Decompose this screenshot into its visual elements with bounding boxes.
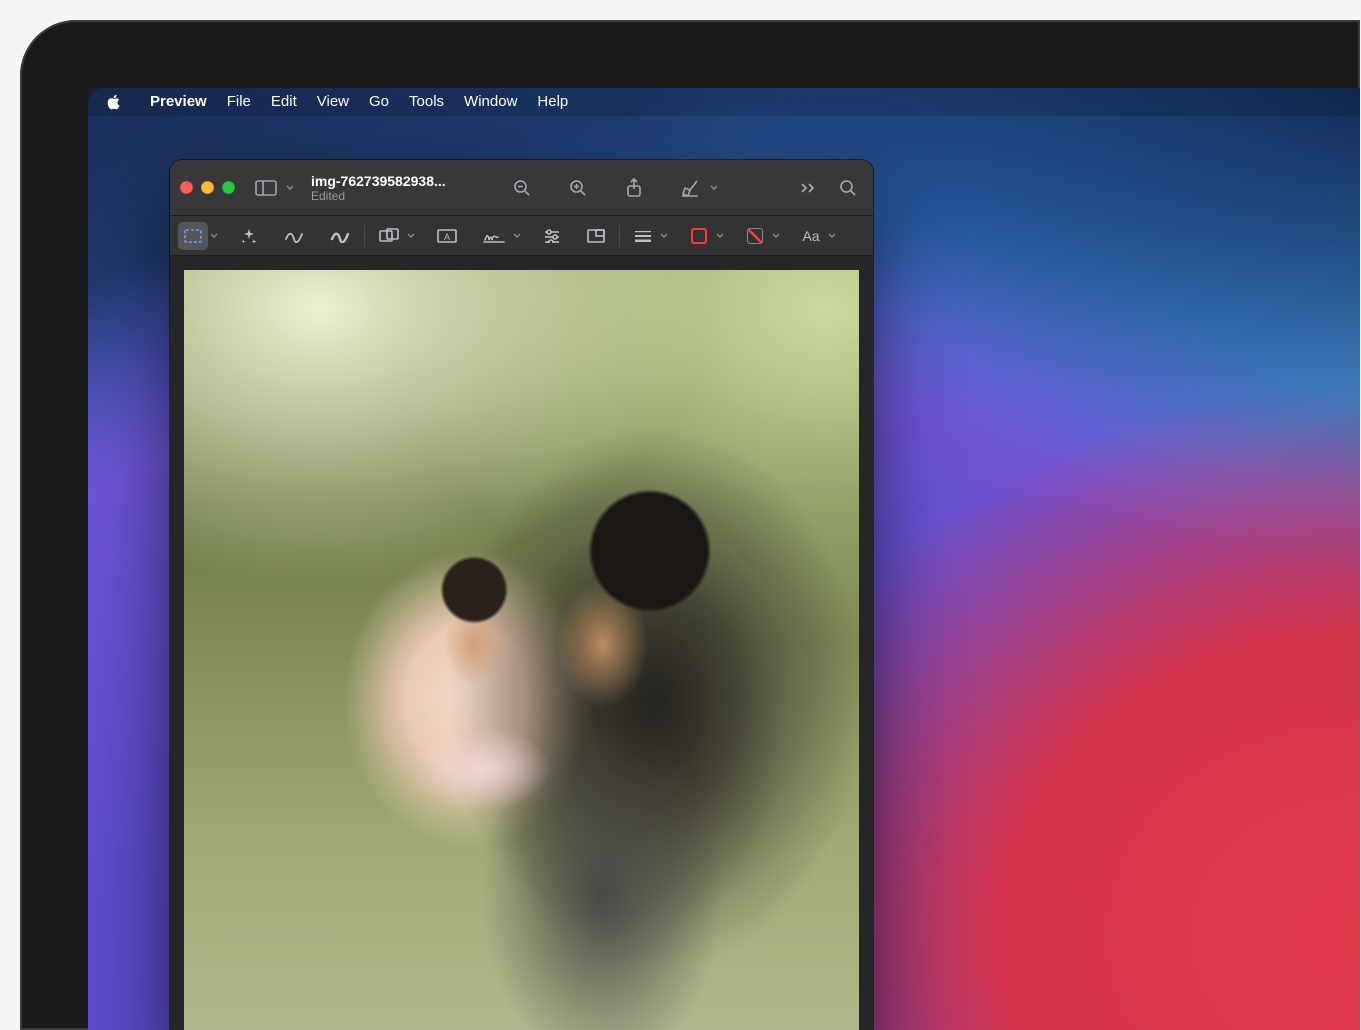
adjust-color-button[interactable]: [537, 222, 567, 250]
photo-content: [184, 270, 859, 1030]
window-title: img-762739582938...: [311, 173, 497, 189]
sidebar-toggle-button[interactable]: [251, 173, 281, 203]
menu-help[interactable]: Help: [527, 88, 578, 116]
fill-color-swatch: [747, 228, 763, 244]
window-title-block: img-762739582938... Edited: [307, 173, 497, 203]
menu-tools[interactable]: Tools: [399, 88, 454, 116]
share-button[interactable]: [619, 173, 649, 203]
sketch-tool-button[interactable]: [278, 222, 310, 250]
laptop-frame: Preview File Edit View Go Tools Window H…: [20, 20, 1360, 1030]
svg-text:A: A: [444, 232, 450, 242]
document-canvas[interactable]: [170, 256, 873, 1030]
window-controls: [180, 181, 235, 194]
adjust-size-button[interactable]: [581, 222, 611, 250]
fill-color-dropdown[interactable]: [770, 233, 782, 238]
menu-window[interactable]: Window: [454, 88, 527, 116]
line-style-button[interactable]: [628, 222, 658, 250]
screen: Preview File Edit View Go Tools Window H…: [88, 88, 1360, 1030]
menu-bar: Preview File Edit View Go Tools Window H…: [88, 88, 1360, 116]
menu-go[interactable]: Go: [359, 88, 399, 116]
signature-button[interactable]: [477, 222, 511, 250]
text-style-button[interactable]: Aa: [796, 222, 826, 250]
stroke-color-button[interactable]: [684, 222, 714, 250]
window-titlebar: img-762739582938... Edited: [170, 160, 873, 216]
menu-view[interactable]: View: [307, 88, 359, 116]
window-close-button[interactable]: [180, 181, 193, 194]
markup-toolbar: A: [170, 216, 873, 256]
zoom-out-button[interactable]: [507, 173, 537, 203]
text-style-label: Aa: [802, 228, 819, 244]
selection-tool-dropdown[interactable]: [208, 233, 220, 238]
preview-window: img-762739582938... Edited: [170, 160, 873, 1030]
toolbar-divider: [619, 225, 620, 247]
selection-tool-button[interactable]: [178, 222, 208, 250]
text-box-button[interactable]: A: [431, 222, 463, 250]
signature-dropdown[interactable]: [511, 233, 523, 238]
window-minimize-button[interactable]: [201, 181, 214, 194]
draw-tool-button[interactable]: [324, 222, 356, 250]
text-style-dropdown[interactable]: [826, 233, 838, 238]
stroke-color-swatch: [691, 228, 707, 244]
search-button[interactable]: [833, 173, 863, 203]
fill-color-button[interactable]: [740, 222, 770, 250]
stroke-color-dropdown[interactable]: [714, 233, 726, 238]
apple-menu-icon[interactable]: [106, 94, 122, 110]
line-style-dropdown[interactable]: [658, 233, 670, 238]
menu-app-name[interactable]: Preview: [140, 88, 217, 116]
window-zoom-button[interactable]: [222, 181, 235, 194]
toolbar-divider: [364, 225, 365, 247]
shapes-button[interactable]: [373, 222, 405, 250]
zoom-in-button[interactable]: [563, 173, 593, 203]
markup-dropdown[interactable]: [707, 173, 721, 203]
menu-file[interactable]: File: [217, 88, 261, 116]
menu-edit[interactable]: Edit: [261, 88, 307, 116]
instant-alpha-button[interactable]: [234, 222, 264, 250]
window-subtitle: Edited: [311, 189, 497, 203]
sidebar-toggle-dropdown[interactable]: [283, 173, 297, 203]
markup-toggle-button[interactable]: [675, 173, 705, 203]
shapes-dropdown[interactable]: [405, 233, 417, 238]
toolbar-overflow-button[interactable]: [793, 173, 823, 203]
